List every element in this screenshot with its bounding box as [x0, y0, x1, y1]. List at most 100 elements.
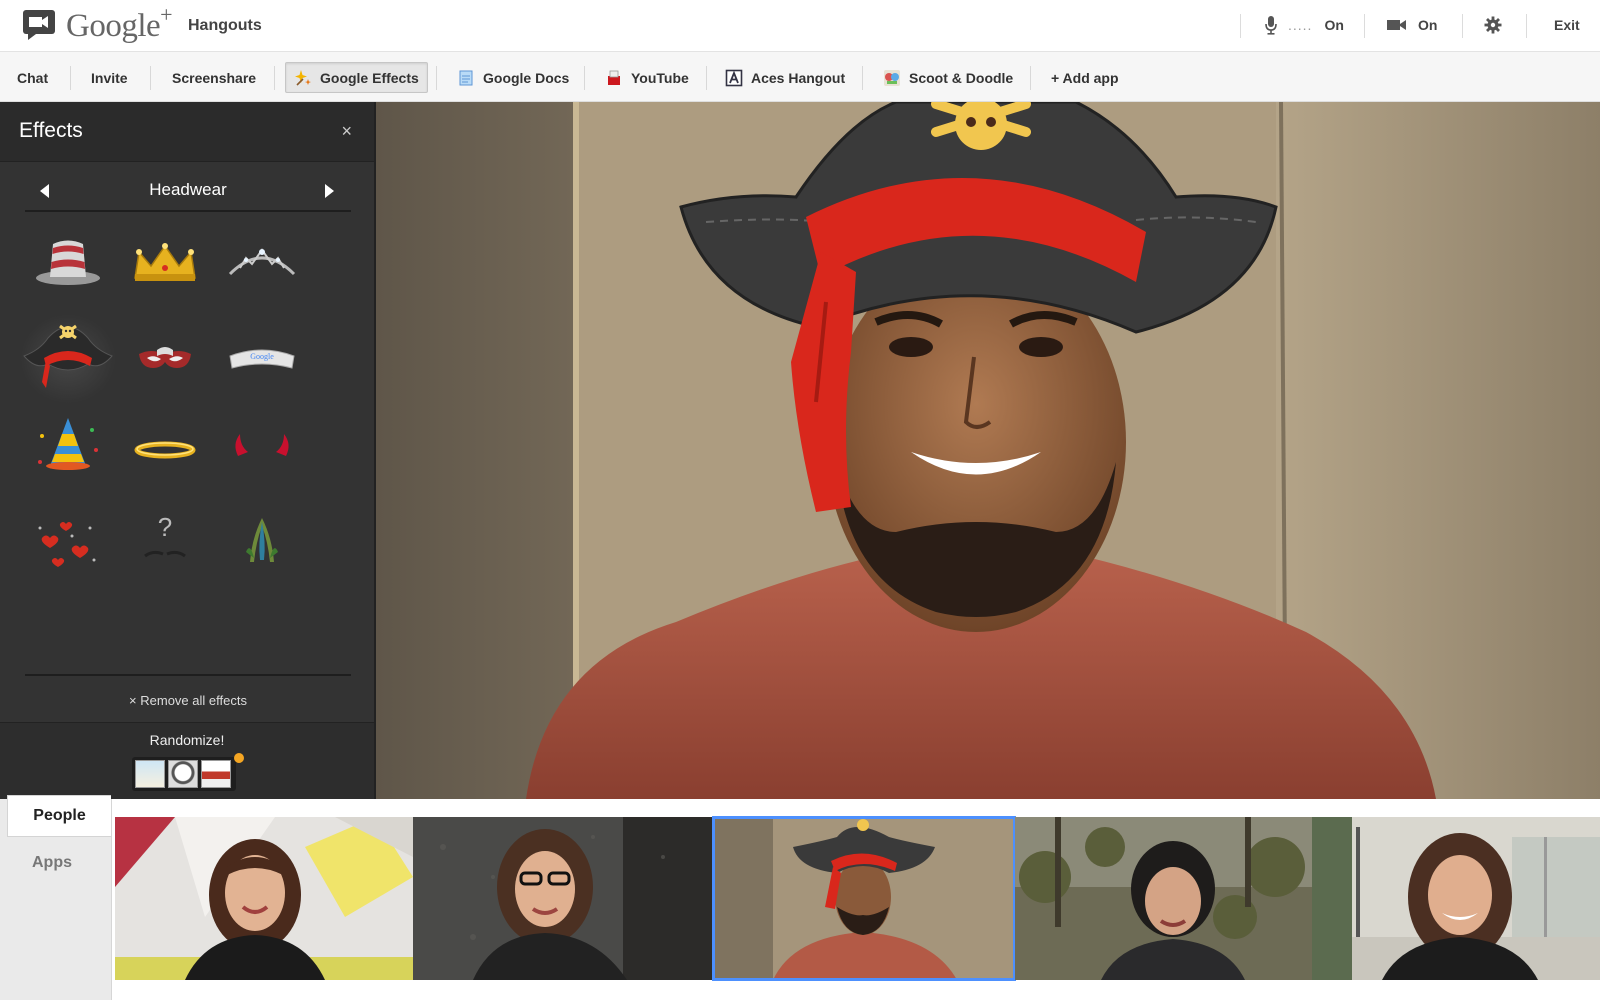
camera-status: On — [1418, 17, 1438, 33]
effect-google-visor[interactable]: Google — [214, 314, 310, 404]
mystery-mustache-icon: ? — [144, 512, 186, 558]
tab-label: Chat — [17, 69, 49, 86]
category-label: Headwear — [149, 180, 227, 199]
effect-feather-headdress[interactable] — [214, 498, 310, 588]
camera-toggle[interactable]: On — [1386, 0, 1437, 50]
randomize-button[interactable] — [132, 757, 236, 791]
participant-video — [413, 817, 713, 980]
participant-video — [1312, 817, 1600, 980]
divider — [150, 66, 151, 90]
close-icon[interactable]: × — [341, 121, 352, 142]
main-video-feed — [376, 102, 1600, 799]
randomize-section: Randomize! — [0, 722, 374, 799]
tab-label: Google Docs — [483, 69, 570, 86]
product-name: Hangouts — [188, 17, 262, 34]
effect-tiara[interactable] — [214, 222, 310, 312]
participant-video — [1015, 817, 1312, 980]
divider — [1462, 14, 1463, 38]
party-hat-icon — [38, 418, 98, 470]
tab-label: Screenshare — [172, 69, 257, 86]
effect-mystery-mustache[interactable]: ? — [117, 498, 213, 588]
youtube-icon — [608, 70, 620, 85]
participant-thumbnail-5[interactable] — [1312, 817, 1600, 980]
tiara-icon — [228, 248, 296, 276]
tab-google-effects[interactable]: Google Effects — [285, 62, 428, 93]
hangouts-logo-icon — [23, 10, 55, 40]
effects-header: Effects × — [0, 102, 374, 162]
effect-mask[interactable] — [117, 314, 213, 404]
remove-all-effects-button[interactable]: × Remove all effects — [0, 693, 376, 708]
divider — [436, 66, 437, 90]
microphone-toggle[interactable]: ..... On — [1264, 0, 1344, 50]
brand-logo[interactable]: Google+ — [66, 2, 173, 45]
exit-button[interactable]: Exit — [1554, 0, 1580, 50]
effect-crown[interactable] — [117, 222, 213, 312]
main-video-image — [376, 102, 1600, 799]
app-toolbar: Chat Invite Screenshare Google Effects G… — [0, 52, 1600, 102]
settings-button[interactable] — [1484, 0, 1502, 50]
effect-top-hat[interactable] — [20, 222, 116, 312]
effect-hearts[interactable] — [20, 498, 116, 588]
divider — [1526, 14, 1527, 38]
category-selector: Headwear — [25, 172, 351, 212]
tab-label: Scoot & Doodle — [909, 69, 1014, 86]
participant-video — [115, 817, 413, 980]
divider — [584, 66, 585, 90]
effect-party-hat[interactable] — [20, 406, 116, 496]
participant-video — [713, 817, 1015, 980]
tab-scoot-doodle[interactable]: Scoot & Doodle — [874, 62, 1022, 93]
pirate-hat-icon — [23, 324, 113, 388]
divider — [706, 66, 707, 90]
randomize-preview-icon — [168, 760, 198, 788]
svg-text:Google: Google — [250, 352, 274, 361]
divider — [70, 66, 71, 90]
tab-youtube[interactable]: YouTube — [596, 62, 698, 93]
effect-halo[interactable] — [117, 406, 213, 496]
tab-label: Invite — [91, 69, 128, 86]
tab-label: + Add app — [1051, 69, 1119, 86]
divider — [1240, 14, 1241, 38]
aces-icon — [725, 69, 743, 86]
feather-headdress-icon — [246, 518, 278, 562]
top-hat-icon — [36, 240, 100, 285]
crown-icon — [134, 243, 196, 281]
participant-thumbnail-3[interactable] — [712, 816, 1016, 981]
participant-thumbnail-1[interactable] — [115, 817, 413, 980]
side-tabs: People Apps — [0, 795, 112, 1000]
participant-thumbnail-4[interactable] — [1015, 817, 1312, 980]
devil-horns-icon — [235, 434, 289, 456]
tab-chat[interactable]: Chat — [8, 62, 57, 93]
effects-title: Effects — [19, 119, 83, 142]
bottom-panel: People Apps — [0, 795, 1600, 1000]
tab-google-docs[interactable]: Google Docs — [448, 62, 578, 93]
randomize-label: Randomize! — [149, 732, 225, 748]
tab-screenshare[interactable]: Screenshare — [163, 62, 265, 93]
effect-pirate-hat[interactable] — [20, 314, 116, 404]
effect-devil-horns[interactable] — [214, 406, 310, 496]
tab-aces-hangout[interactable]: Aces Hangout — [716, 62, 854, 93]
tab-label: Aces Hangout — [751, 69, 846, 86]
mic-level: ..... — [1288, 17, 1313, 33]
tab-label: YouTube — [631, 69, 689, 86]
notification-dot — [234, 753, 244, 763]
scoot-doodle-icon — [884, 69, 900, 86]
video-camera-icon — [1387, 20, 1406, 30]
divider — [1030, 66, 1031, 90]
gear-icon — [1484, 16, 1502, 34]
add-app-button[interactable]: + Add app — [1042, 62, 1128, 93]
participant-thumbnail-2[interactable] — [413, 817, 713, 980]
microphone-icon — [1265, 16, 1277, 35]
divider — [25, 674, 351, 676]
sparkle-icon — [295, 69, 311, 86]
randomize-preview-icon — [135, 760, 165, 788]
tab-invite[interactable]: Invite — [82, 62, 137, 93]
tab-apps[interactable]: Apps — [0, 842, 104, 884]
mic-status: On — [1324, 17, 1344, 33]
top-bar: Google+ Hangouts ..... On On Exit — [0, 0, 1600, 52]
google-visor-icon: Google — [229, 349, 295, 369]
halo-icon — [134, 441, 196, 459]
tab-people[interactable]: People — [7, 795, 111, 837]
chevron-right-icon[interactable] — [319, 181, 339, 201]
hearts-icon — [38, 522, 96, 567]
svg-text:?: ? — [158, 512, 172, 542]
